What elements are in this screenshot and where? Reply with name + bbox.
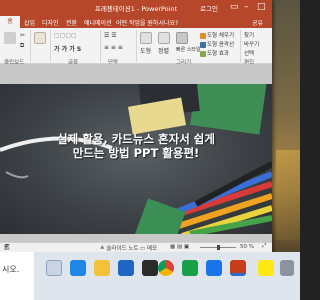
tab-transitions[interactable]: 전환 (66, 18, 77, 27)
desktop-background (272, 0, 300, 270)
draw-label[interactable]: 도형 (140, 46, 151, 55)
tab-search-tell-me[interactable]: 어떤 작업을 원하시나요? (116, 18, 178, 27)
ribbon-display-icon[interactable]: ▭ (230, 1, 239, 13)
shape-outline-button[interactable]: 도형 윤곽선 (200, 40, 234, 48)
tab-design[interactable]: 디자인 (42, 18, 59, 27)
powerpoint-window: 프레젠테이션1 - PowerPoint 로그인 ▭ – □ 홈 삽입 디자인 … (0, 0, 272, 270)
copy-icon[interactable]: ⧉ (20, 42, 24, 50)
slide-title-line1: 실제 활용, 카드뉴스 혼자서 쉽게 (57, 132, 215, 146)
shape-effects-button[interactable]: 도형 효과 (200, 49, 229, 57)
tab-home[interactable]: 홈 (0, 16, 20, 28)
font-name-field[interactable]: ▢▢▢▢ (54, 32, 77, 39)
taskbar: 시오. (0, 252, 300, 300)
new-slide-icon[interactable] (34, 32, 46, 44)
paperclip-shape (5, 171, 29, 179)
chrome-icon[interactable] (158, 260, 174, 276)
find-button[interactable]: 찾기 (244, 31, 254, 39)
tab-animations[interactable]: 애니메이션 (84, 18, 112, 27)
align-icon[interactable]: ≡ ≡ ≡ (104, 44, 123, 51)
cut-icon[interactable]: ✂ (20, 32, 25, 39)
maximize-icon[interactable]: □ (257, 1, 266, 13)
screen: 프레젠테이션1 - PowerPoint 로그인 ▭ – □ 홈 삽입 디자인 … (0, 0, 300, 300)
green-card-shape (190, 84, 268, 135)
fit-to-window-icon[interactable]: ⤢ (262, 243, 266, 250)
comments-button[interactable]: ▭ 메모 (140, 244, 157, 252)
arrange-label[interactable]: 정렬 (158, 46, 169, 55)
slide-title[interactable]: 실제 활용, 카드뉴스 혼자서 쉽게 만드는 방법 PPT 활용편! (0, 132, 272, 160)
zoom-slider-thumb[interactable] (217, 245, 220, 250)
replace-button[interactable]: 바꾸기 (244, 40, 259, 48)
slide-title-line2: 만드는 방법 PPT 활용편! (72, 146, 200, 160)
green-sharpener-shape (134, 198, 186, 234)
paste-icon[interactable] (4, 32, 16, 44)
tab-insert[interactable]: 삽입 (24, 18, 35, 27)
shapes-icon[interactable] (140, 32, 152, 44)
shape-fill-button[interactable]: 도형 채우기 (200, 31, 234, 39)
view-buttons[interactable]: ▦ ▤ ▣ (170, 244, 189, 250)
zoom-level[interactable]: 50 % (240, 244, 254, 250)
edge-browser-icon[interactable] (70, 260, 86, 276)
ribbon-tabs: 홈 삽입 디자인 전환 애니메이션 어떤 작업을 원하시나요? 공유 (0, 16, 272, 28)
powerpoint-taskbar-icon[interactable] (230, 260, 246, 276)
tray-icon[interactable] (280, 260, 294, 276)
taskbar-search-box[interactable]: 시오. (0, 252, 34, 300)
ribbon: ✂ ⧉ ▢▢▢▢ 가 가 가 S ☰ ☰ ≡ ≡ ≡ 도형 정렬 빠른 스타일 … (0, 28, 272, 66)
bold-button[interactable]: 가 가 가 S (54, 44, 81, 53)
kakaotalk-icon[interactable] (258, 260, 274, 276)
select-button[interactable]: 선택 (244, 49, 254, 57)
quick-styles-icon[interactable] (176, 32, 188, 44)
sign-in-link[interactable]: 로그인 (200, 3, 218, 13)
share-button[interactable]: 공유 (252, 18, 263, 27)
minimize-icon[interactable]: – (244, 1, 249, 13)
slide[interactable]: 실제 활용, 카드뉴스 혼자서 쉽게 만드는 방법 PPT 활용편! (0, 84, 272, 234)
store-icon[interactable] (118, 260, 134, 276)
notes-button[interactable]: ≙ 슬라이드 노트 (100, 244, 138, 252)
arrange-icon[interactable] (158, 32, 170, 44)
bullets-icon[interactable]: ☰ ☰ (104, 32, 117, 39)
task-view-icon[interactable] (46, 260, 62, 276)
title-bar: 프레젠테이션1 - PowerPoint 로그인 ▭ – □ (0, 0, 272, 16)
browser-icon[interactable] (206, 260, 222, 276)
file-explorer-icon[interactable] (94, 260, 110, 276)
sticky-note-shape (127, 97, 187, 135)
quick-styles-label[interactable]: 빠른 스타일 (176, 46, 201, 53)
naver-icon[interactable] (182, 260, 198, 276)
status-bar: 🗐 ≙ 슬라이드 노트 ▭ 메모 ▦ ▤ ▣ 50 % ⤢ (0, 242, 272, 252)
app-icon[interactable] (142, 260, 158, 276)
